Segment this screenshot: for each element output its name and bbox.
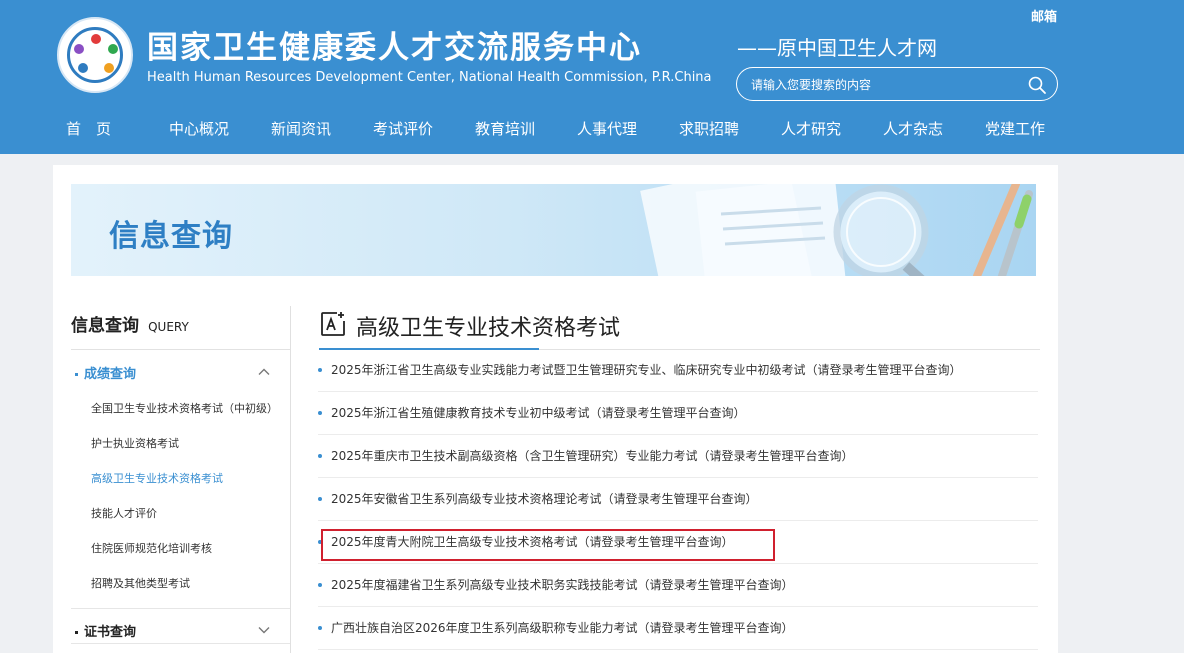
page-banner: 信息查询 xyxy=(71,184,1036,276)
list-item-text[interactable]: 2025年安徽省卫生系列高级专业技术资格理论考试（请登录考生管理平台查询） xyxy=(331,490,758,507)
emblem-logo-icon xyxy=(67,27,123,83)
sidebar-category-label: 成绩查询 xyxy=(84,367,137,382)
nav-party[interactable]: 党建工作 xyxy=(985,118,1045,139)
chevron-down-icon[interactable] xyxy=(257,623,271,637)
column-divider xyxy=(290,306,291,653)
nav-education[interactable]: 教育培训 xyxy=(475,118,535,139)
org-name-cn: 国家卫生健康委人才交流服务中心 xyxy=(147,30,642,66)
org-subtitle: ——原中国卫生人才网 xyxy=(737,36,937,60)
bullet-icon xyxy=(318,497,322,501)
sidebar-divider xyxy=(71,608,291,609)
mailbox-link[interactable]: 邮箱 xyxy=(1031,6,1057,25)
bullet-icon xyxy=(318,368,322,372)
sidebar-item-national-exam[interactable]: 全国卫生专业技术资格考试（中初级） xyxy=(91,400,278,416)
list-item[interactable]: 2025年安徽省卫生系列高级专业技术资格理论考试（请登录考生管理平台查询） xyxy=(318,478,1038,521)
nav-news[interactable]: 新闻资讯 xyxy=(271,118,331,139)
sidebar-category-label: 证书查询 xyxy=(84,625,137,640)
exam-edit-icon xyxy=(321,312,345,336)
bullet-icon xyxy=(75,631,78,634)
bullet-icon xyxy=(318,411,322,415)
search-input[interactable] xyxy=(751,76,1011,94)
bullet-icon xyxy=(318,626,322,630)
sidebar-item-senior-exam[interactable]: 高级卫生专业技术资格考试 xyxy=(91,470,223,486)
org-logo[interactable] xyxy=(57,17,133,93)
sidebar-item-nurse-exam[interactable]: 护士执业资格考试 xyxy=(91,435,179,451)
section-title: 高级卫生专业技术资格考试 xyxy=(356,316,621,341)
sidebar-item-skills[interactable]: 技能人才评价 xyxy=(91,505,157,521)
list-item-text[interactable]: 2025年浙江省卫生高级专业实践能力考试暨卫生管理研究专业、临床研究专业中初级考… xyxy=(331,361,962,378)
org-name-en: Health Human Resources Development Cente… xyxy=(147,70,712,85)
banner-title: 信息查询 xyxy=(109,219,233,254)
highlight-annotation-box xyxy=(321,529,775,561)
list-item-text[interactable]: 2025年浙江省生殖健康教育技术专业初中级考试（请登录考生管理平台查询） xyxy=(331,404,746,421)
list-item[interactable]: 2025年度福建省卫生系列高级专业技术职务实践技能考试（请登录考生管理平台查询） xyxy=(318,564,1038,607)
sidebar-title-divider xyxy=(71,349,291,350)
list-item-text[interactable]: 2025年度福建省卫生系列高级专业技术职务实践技能考试（请登录考生管理平台查询） xyxy=(331,576,794,593)
sidebar-title: 信息查询 QUERY xyxy=(71,311,189,336)
main-nav: 首 页 中心概况 新闻资讯 考试评价 教育培训 人事代理 求职招聘 人才研究 人… xyxy=(0,110,1184,148)
sidebar-title-en: QUERY xyxy=(148,320,189,334)
search-icon[interactable] xyxy=(1027,75,1047,95)
list-item[interactable]: 2025年重庆市卫生技术副高级资格（含卫生管理研究）专业能力考试（请登录考生管理… xyxy=(318,435,1038,478)
nav-about[interactable]: 中心概况 xyxy=(169,118,229,139)
bullet-icon xyxy=(318,583,322,587)
sidebar-divider xyxy=(71,643,291,644)
list-item-text[interactable]: 广西壮族自治区2026年度卫生系列高级职称专业能力考试（请登录考生管理平台查询） xyxy=(331,619,794,636)
sidebar-item-residency[interactable]: 住院医师规范化培训考核 xyxy=(91,540,212,556)
sidebar-title-cn: 信息查询 xyxy=(71,316,139,336)
site-header: 国家卫生健康委人才交流服务中心 Health Human Resources D… xyxy=(0,0,1184,154)
nav-exam[interactable]: 考试评价 xyxy=(373,118,433,139)
bullet-icon xyxy=(318,454,322,458)
nav-jobs[interactable]: 求职招聘 xyxy=(679,118,739,139)
list-item[interactable]: 广西壮族自治区2026年度卫生系列高级职称专业能力考试（请登录考生管理平台查询） xyxy=(318,607,1038,650)
magnifier-documents-illustration-icon xyxy=(640,184,1033,276)
bullet-icon xyxy=(75,373,78,376)
sidebar-category-score[interactable]: 成绩查询 xyxy=(75,363,271,383)
nav-home[interactable]: 首 页 xyxy=(66,118,111,139)
chevron-up-icon[interactable] xyxy=(257,365,271,379)
sidebar-item-recruitment[interactable]: 招聘及其他类型考试 xyxy=(91,575,190,591)
list-item[interactable]: 2025年浙江省卫生高级专业实践能力考试暨卫生管理研究专业、临床研究专业中初级考… xyxy=(318,349,1038,392)
search-box xyxy=(736,67,1058,101)
list-item-text[interactable]: 2025年重庆市卫生技术副高级资格（含卫生管理研究）专业能力考试（请登录考生管理… xyxy=(331,447,854,464)
sidebar-category-certificate[interactable]: 证书查询 xyxy=(75,621,271,641)
nav-magazine[interactable]: 人才杂志 xyxy=(883,118,943,139)
main-panel: 信息查询 信息查询 QUERY 成绩查询 全国卫生专业技术资格考试（中初级） 护… xyxy=(53,165,1058,653)
nav-research[interactable]: 人才研究 xyxy=(781,118,841,139)
list-item[interactable]: 2025年浙江省生殖健康教育技术专业初中级考试（请登录考生管理平台查询） xyxy=(318,392,1038,435)
nav-personnel[interactable]: 人事代理 xyxy=(577,118,637,139)
